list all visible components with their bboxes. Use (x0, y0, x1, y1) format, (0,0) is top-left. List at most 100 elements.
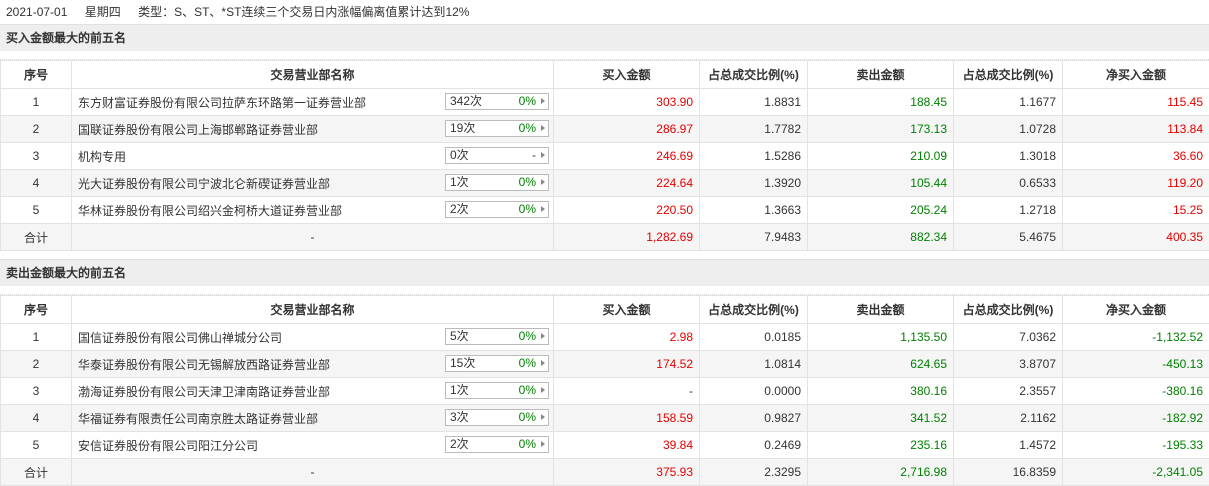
col-sell-ratio: 占总成交比例(%) (954, 296, 1063, 324)
buy-top5-table: 序号 交易营业部名称 买入金额 占总成交比例(%) 卖出金额 占总成交比例(%)… (0, 60, 1209, 251)
appearance-count: 15次 (450, 356, 475, 371)
broker-name-link[interactable]: 国信证券股份有限公司佛山禅城分公司 (78, 329, 438, 346)
row-broker-cell: 华林证券股份有限公司绍兴金柯桥大道证券营业部 2次0% (72, 197, 554, 224)
sell-top5-table: 序号 交易营业部名称 买入金额 占总成交比例(%) 卖出金额 占总成交比例(%)… (0, 295, 1209, 486)
broker-stats-badge[interactable]: 0次 - (445, 147, 549, 164)
total-sell-amount: 2,716.98 (808, 459, 954, 486)
row-sell-amount: 1,135.50 (808, 324, 954, 351)
appearance-count: 0次 (450, 148, 469, 163)
broker-stats-badge[interactable]: 1次0% (445, 174, 549, 191)
row-broker-cell: 机构专用 0次 - (72, 143, 554, 170)
broker-stats-badge[interactable]: 3次0% (445, 409, 549, 426)
expand-arrow-icon (541, 206, 545, 212)
broker-name-link[interactable]: 机构专用 (78, 148, 438, 165)
row-sell-ratio: 7.0362 (954, 324, 1063, 351)
row-seq: 1 (1, 89, 72, 116)
win-rate: 0% (519, 94, 536, 109)
sell-section-title: 卖出金额最大的前五名 (0, 259, 1209, 286)
row-sell-amount: 341.52 (808, 405, 954, 432)
total-row: 合计-1,282.697.9483882.345.4675400.35 (1, 224, 1209, 251)
broker-stats-badge[interactable]: 15次0% (445, 355, 549, 372)
total-sell-amount: 882.34 (808, 224, 954, 251)
total-row: 合计-375.932.32952,716.9816.8359-2,341.05 (1, 459, 1209, 486)
row-sell-amount: 173.13 (808, 116, 954, 143)
broker-name-link[interactable]: 东方财富证券股份有限公司拉萨东环路第一证券营业部 (78, 94, 438, 111)
table-row: 2国联证券股份有限公司上海邯郸路证券营业部19次0%286.971.778217… (1, 116, 1209, 143)
row-net-amount: 115.45 (1063, 89, 1209, 116)
broker-stats-badge[interactable]: 5次0% (445, 328, 549, 345)
broker-name-link[interactable]: 华林证券股份有限公司绍兴金柯桥大道证券营业部 (78, 202, 438, 219)
total-buy-ratio: 7.9483 (700, 224, 808, 251)
row-broker-cell: 华福证券有限责任公司南京胜太路证券营业部 3次0% (72, 405, 554, 432)
col-sell-ratio: 占总成交比例(%) (954, 61, 1063, 89)
win-rate: 0% (519, 121, 536, 136)
row-buy-amount: 224.64 (554, 170, 700, 197)
row-buy-ratio: 1.5286 (700, 143, 808, 170)
row-sell-ratio: 0.6533 (954, 170, 1063, 197)
row-sell-ratio: 1.2718 (954, 197, 1063, 224)
row-seq: 2 (1, 351, 72, 378)
table-row: 4光大证券股份有限公司宁波北仑新碶证券营业部1次0%224.641.392010… (1, 170, 1209, 197)
info-line: 2021-07-01 星期四 类型：S、ST、*ST连续三个交易日内涨幅偏离值累… (0, 0, 1209, 24)
row-broker-cell: 国信证券股份有限公司佛山禅城分公司 5次0% (72, 324, 554, 351)
broker-name-link[interactable]: 国联证券股份有限公司上海邯郸路证券营业部 (78, 121, 438, 138)
appearance-count: 1次 (450, 175, 469, 190)
broker-stats-badge[interactable]: 342次0% (445, 93, 549, 110)
broker-name-link[interactable]: 安信证券股份有限公司阳江分公司 (78, 437, 438, 454)
col-seq: 序号 (1, 61, 72, 89)
expand-arrow-icon (541, 98, 545, 104)
row-sell-ratio: 1.1677 (954, 89, 1063, 116)
expand-arrow-icon (541, 360, 545, 366)
row-buy-amount: 246.69 (554, 143, 700, 170)
total-net-amount: 400.35 (1063, 224, 1209, 251)
col-sell: 卖出金额 (808, 61, 954, 89)
row-buy-amount: 158.59 (554, 405, 700, 432)
row-buy-amount: 220.50 (554, 197, 700, 224)
row-buy-amount: 39.84 (554, 432, 700, 459)
row-buy-ratio: 0.0000 (700, 378, 808, 405)
row-broker-cell: 东方财富证券股份有限公司拉萨东环路第一证券营业部 342次0% (72, 89, 554, 116)
broker-stats-badge[interactable]: 1次0% (445, 382, 549, 399)
broker-name-link[interactable]: 渤海证券股份有限公司天津卫津南路证券营业部 (78, 383, 438, 400)
broker-stats-badge[interactable]: 2次0% (445, 436, 549, 453)
row-sell-amount: 380.16 (808, 378, 954, 405)
row-seq: 4 (1, 405, 72, 432)
row-broker-cell: 华泰证券股份有限公司无锡解放西路证券营业部 15次0% (72, 351, 554, 378)
col-sell: 卖出金额 (808, 296, 954, 324)
col-name: 交易营业部名称 (72, 61, 554, 89)
col-seq: 序号 (1, 296, 72, 324)
broker-stats-badge[interactable]: 19次 0% (445, 120, 549, 137)
row-sell-ratio: 1.3018 (954, 143, 1063, 170)
row-buy-ratio: 1.3663 (700, 197, 808, 224)
total-sell-ratio: 16.8359 (954, 459, 1063, 486)
row-buy-ratio: 0.2469 (700, 432, 808, 459)
row-seq: 1 (1, 324, 72, 351)
total-name: - (72, 459, 554, 486)
row-broker-cell: 光大证券股份有限公司宁波北仑新碶证券营业部 1次0% (72, 170, 554, 197)
row-net-amount: 113.84 (1063, 116, 1209, 143)
appearance-count: 5次 (450, 329, 469, 344)
expand-arrow-icon (541, 387, 545, 393)
row-buy-amount: 174.52 (554, 351, 700, 378)
broker-name-link[interactable]: 华泰证券股份有限公司无锡解放西路证券营业部 (78, 356, 438, 373)
total-label: 合计 (1, 224, 72, 251)
appearance-count: 19次 (450, 121, 475, 136)
win-rate: 0% (519, 437, 536, 452)
row-net-amount: -450.13 (1063, 351, 1209, 378)
row-sell-amount: 188.45 (808, 89, 954, 116)
row-net-amount: -1,132.52 (1063, 324, 1209, 351)
table-row: 1国信证券股份有限公司佛山禅城分公司5次0%2.980.01851,135.50… (1, 324, 1209, 351)
win-rate: 0% (519, 383, 536, 398)
broker-stats-badge[interactable]: 2次0% (445, 201, 549, 218)
row-buy-ratio: 0.0185 (700, 324, 808, 351)
row-buy-ratio: 0.9827 (700, 405, 808, 432)
win-rate: - (532, 148, 536, 163)
row-net-amount: -195.33 (1063, 432, 1209, 459)
row-sell-amount: 210.09 (808, 143, 954, 170)
broker-name-link[interactable]: 华福证券有限责任公司南京胜太路证券营业部 (78, 410, 438, 427)
row-buy-ratio: 1.8831 (700, 89, 808, 116)
broker-name-link[interactable]: 光大证券股份有限公司宁波北仑新碶证券营业部 (78, 175, 438, 192)
row-seq: 4 (1, 170, 72, 197)
row-broker-cell: 渤海证券股份有限公司天津卫津南路证券营业部 1次0% (72, 378, 554, 405)
weekday: 星期四 (85, 5, 121, 19)
